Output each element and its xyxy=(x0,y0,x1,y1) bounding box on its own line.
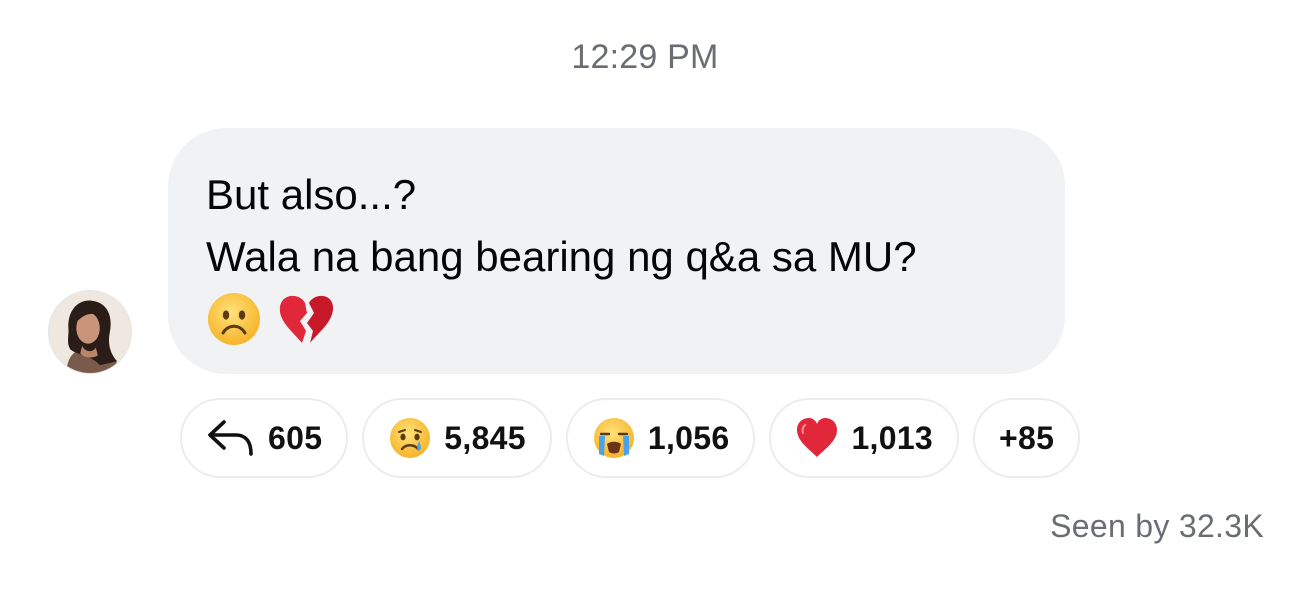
message-emoji-row xyxy=(206,291,1027,347)
profile-photo-icon xyxy=(49,291,131,373)
frowning-face-emoji xyxy=(208,293,260,345)
reply-count-pill[interactable]: 605 xyxy=(180,398,349,478)
message-bubble[interactable]: But also...? Wala na bang bearing ng q&a… xyxy=(168,128,1065,374)
more-reactions-count: +85 xyxy=(999,419,1055,456)
loudly-crying-face-emoji xyxy=(593,418,634,458)
message-timestamp: 12:29 PM xyxy=(571,38,719,76)
reaction-bar: 605 5,845 1,056 1,013 +85 xyxy=(180,398,1081,478)
seen-by-text[interactable]: Seen by 32.3K xyxy=(1050,508,1264,545)
more-reactions-pill[interactable]: +85 xyxy=(973,398,1081,478)
red-heart-emoji xyxy=(797,418,838,457)
crying-face-emoji xyxy=(390,418,431,458)
loudly-crying-reaction-pill[interactable]: 1,056 xyxy=(565,398,756,478)
heart-count: 1,013 xyxy=(851,419,934,456)
broken-heart-emoji xyxy=(279,295,334,343)
sender-avatar[interactable] xyxy=(48,290,132,374)
heart-reaction-pill[interactable]: 1,013 xyxy=(769,398,960,478)
message-line-1: But also...? xyxy=(206,171,417,218)
loudly-crying-count: 1,056 xyxy=(647,419,730,456)
crying-face-reaction-pill[interactable]: 5,845 xyxy=(362,398,552,478)
reply-count: 605 xyxy=(268,419,323,456)
crying-face-count: 5,845 xyxy=(444,419,526,456)
message-line-2: Wala na bang bearing ng q&a sa MU? xyxy=(206,233,917,280)
reply-arrow-icon xyxy=(208,420,253,456)
